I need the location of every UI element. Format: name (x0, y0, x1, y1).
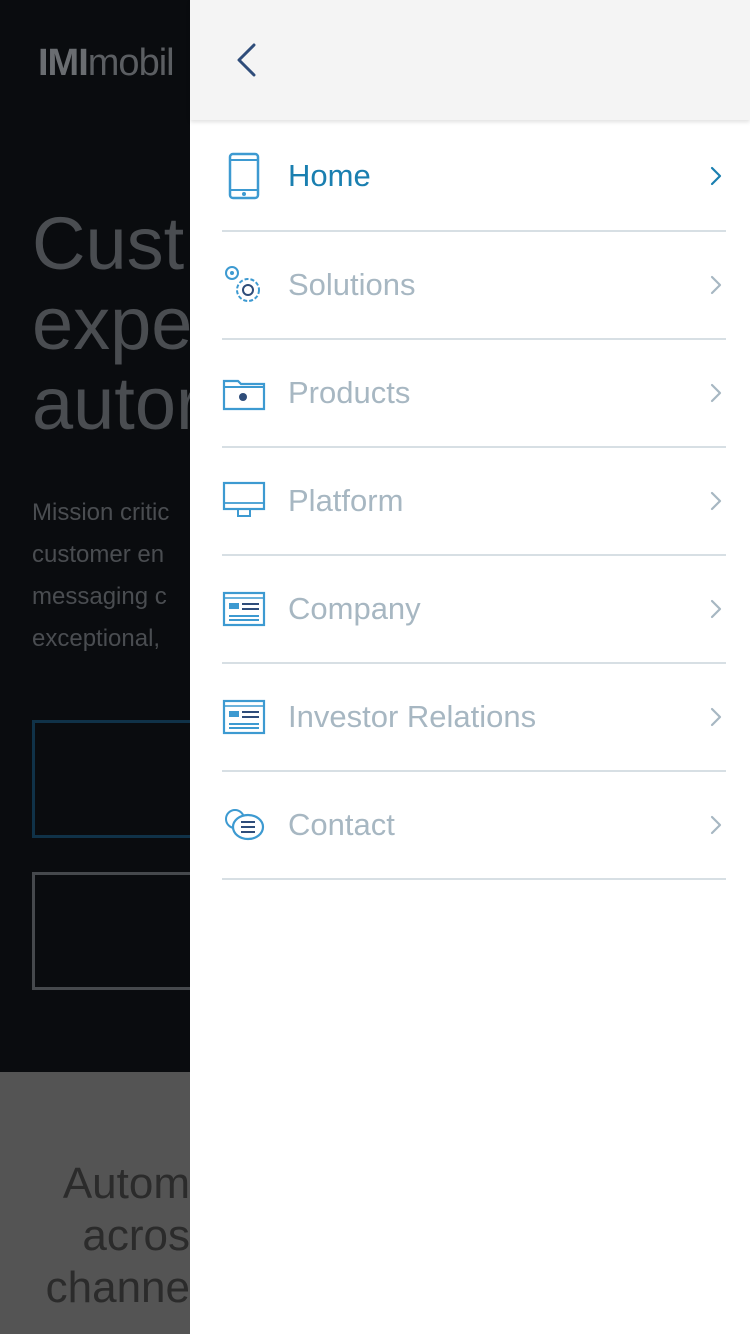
menu-item-platform[interactable]: Platform (222, 448, 726, 556)
menu-item-investor-relations[interactable]: Investor Relations (222, 664, 726, 772)
id-card-icon (222, 692, 266, 742)
navigation-drawer: Home Solutions Products Platform Company… (190, 0, 750, 1334)
chevron-right-icon (702, 599, 722, 619)
body-line: exceptional, (32, 625, 161, 652)
chevron-right-icon (702, 383, 722, 403)
menu-item-label: Investor Relations (288, 699, 537, 734)
chevron-right-icon (702, 815, 722, 835)
footer-text: Autom acros channe (46, 1158, 190, 1314)
footer-line: Autom (62, 1159, 190, 1208)
logo-bold-text: IMI (38, 42, 89, 84)
phone-icon (222, 151, 266, 201)
id-card-icon (222, 584, 266, 634)
footer-line: acros (82, 1211, 190, 1260)
chat-bubbles-icon (222, 800, 266, 850)
gears-icon (222, 260, 266, 310)
menu-item-label: Company (288, 591, 421, 626)
hero-headline: Cust expe autor (32, 204, 201, 444)
headline-line: Cust (32, 202, 185, 285)
headline-line: autor (32, 362, 201, 445)
headline-line: expe (32, 282, 193, 365)
menu-item-label: Home (288, 158, 371, 193)
chevron-right-icon (702, 275, 722, 295)
logo-light-text: mobil (87, 42, 175, 84)
back-button[interactable] (226, 38, 266, 82)
menu-item-company[interactable]: Company (222, 556, 726, 664)
drawer-menu: Home Solutions Products Platform Company… (222, 122, 726, 880)
monitor-icon (222, 476, 266, 526)
menu-item-home[interactable]: Home (222, 122, 726, 232)
chevron-right-icon (702, 491, 722, 511)
site-logo: IMImobil (38, 42, 175, 85)
menu-item-products[interactable]: Products (222, 340, 726, 448)
menu-item-label: Contact (288, 807, 395, 842)
menu-item-solutions[interactable]: Solutions (222, 232, 726, 340)
chevron-right-icon (702, 707, 722, 727)
drawer-header (190, 0, 750, 120)
menu-item-label: Platform (288, 483, 404, 518)
folder-icon (222, 368, 266, 418)
menu-item-contact[interactable]: Contact (222, 772, 726, 880)
hero-body-text: Mission critic customer en messaging c e… (32, 492, 169, 660)
body-line: Mission critic (32, 499, 170, 526)
menu-item-label: Products (288, 375, 411, 410)
chevron-right-icon (702, 166, 722, 186)
chevron-left-icon (237, 43, 256, 77)
menu-item-label: Solutions (288, 267, 416, 302)
body-line: customer en (32, 541, 165, 568)
body-line: messaging c (32, 583, 167, 610)
footer-line: channe (45, 1263, 190, 1312)
